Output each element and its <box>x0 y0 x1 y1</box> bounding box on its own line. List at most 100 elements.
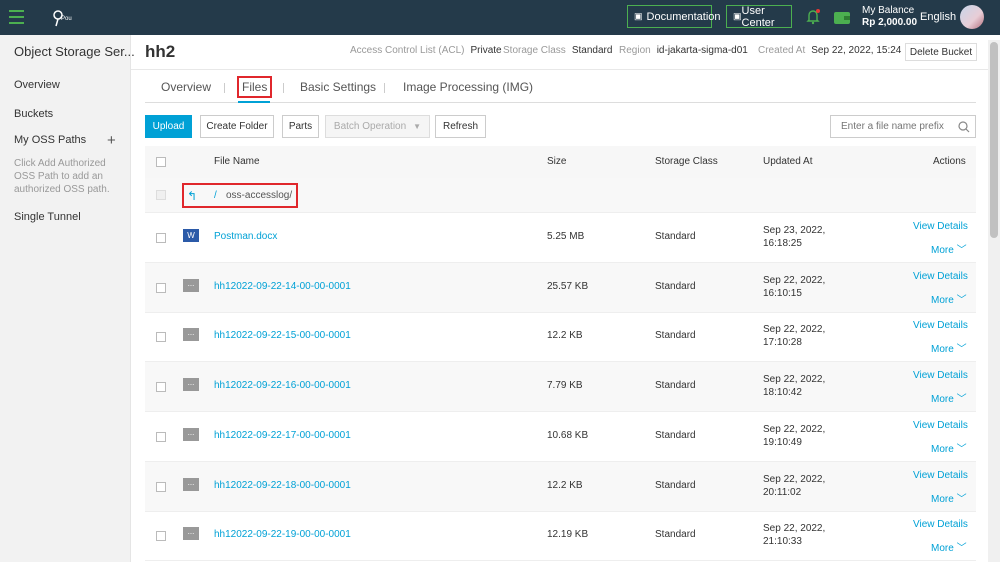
more-dropdown[interactable]: More ﹀ <box>931 539 967 554</box>
updated-date: Sep 22, 2022, <box>763 523 826 535</box>
updated-date: Sep 22, 2022, <box>763 324 826 336</box>
scrollbar-thumb[interactable] <box>990 42 998 238</box>
updated-time: 20:11:02 <box>763 486 802 498</box>
search-box[interactable] <box>830 115 976 138</box>
acl-label: Access Control List (ACL) <box>350 45 465 56</box>
row-checkbox[interactable] <box>156 531 166 542</box>
file-size: 7.79 KB <box>547 380 583 392</box>
view-details-link[interactable]: View Details <box>913 470 968 481</box>
file-name-link[interactable]: hh12022-09-22-15-00-00-0001 <box>214 330 351 341</box>
updated-date: Sep 22, 2022, <box>763 423 826 435</box>
file-name-link[interactable]: hh12022-09-22-17-00-00-0001 <box>214 430 351 441</box>
acl-info: Access Control List (ACL) Private <box>350 45 502 56</box>
created-label: Created At <box>758 45 806 56</box>
file-name-link[interactable]: hh12022-09-22-14-00-00-0001 <box>214 281 351 292</box>
more-dropdown[interactable]: More ﹀ <box>931 490 967 505</box>
file-storage-class: Standard <box>655 529 696 541</box>
file-name-link[interactable]: hh12022-09-22-19-00-00-0001 <box>214 529 351 540</box>
created-info: Created At Sep 22, 2022, 15:24 <box>758 45 901 56</box>
table-row: W Postman.docx 5.25 MB Standard Sep 23, 2022… <box>145 213 976 263</box>
top-navigation-bar: Pou ▣ Documentation ▣ User Center My Bal… <box>0 0 1000 35</box>
row-checkbox[interactable] <box>156 233 166 243</box>
refresh-button[interactable]: Refresh <box>435 115 486 138</box>
table-row: ... hh12022-09-22-19-00-00-0001 12.19 KB St… <box>145 511 976 562</box>
more-dropdown[interactable]: More ﹀ <box>931 340 967 355</box>
menu-icon[interactable] <box>9 10 24 24</box>
tab-image-processing[interactable]: Image Processing (IMG) <box>403 80 533 94</box>
updated-time: 17:10:28 <box>763 337 802 349</box>
balance-display[interactable]: My Balance Rp 2,000.00 <box>862 5 917 29</box>
tab-basic-settings[interactable]: Basic Settings <box>300 80 376 94</box>
sidebar-item-buckets[interactable]: Buckets <box>14 108 53 120</box>
create-folder-button[interactable]: Create Folder <box>200 115 274 138</box>
view-details-link[interactable]: View Details <box>913 519 968 530</box>
tab-overview[interactable]: Overview <box>161 80 211 94</box>
view-details-link[interactable]: View Details <box>913 420 968 431</box>
file-updated-at: Sep 22, 2022, 21:10:33 <box>763 522 825 548</box>
user-center-button[interactable]: ▣ User Center <box>726 5 792 29</box>
search-input[interactable] <box>841 121 951 132</box>
documentation-button[interactable]: ▣ Documentation <box>627 5 721 28</box>
user-icon: ▣ <box>733 11 742 21</box>
column-actions: Actions <box>933 156 966 167</box>
batch-operation-dropdown[interactable]: Batch Operation ▼ <box>325 115 430 138</box>
chevron-down-icon: ﹀ <box>956 294 967 306</box>
table-row: ... hh12022-09-22-16-00-00-0001 7.79 KB Sta… <box>145 362 976 413</box>
view-details-link[interactable]: View Details <box>913 320 968 331</box>
file-icon: ... <box>183 427 199 441</box>
sidebar-item-my-oss-paths[interactable]: My OSS Paths <box>14 134 86 146</box>
parts-button[interactable]: Parts <box>282 115 319 138</box>
tab-files[interactable]: Files <box>237 76 273 98</box>
sidebar-item-overview[interactable]: Overview <box>14 79 60 91</box>
wallet-icon[interactable] <box>833 9 851 25</box>
root-path-link[interactable]: / <box>214 190 217 201</box>
file-name-link[interactable]: hh12022-09-22-16-00-00-0001 <box>214 380 351 391</box>
documentation-label: Documentation <box>646 10 721 23</box>
storage-class-info: Storage Class Standard <box>503 45 612 56</box>
sidebar-item-single-tunnel[interactable]: Single Tunnel <box>14 211 81 223</box>
more-dropdown[interactable]: More ﹀ <box>931 291 967 306</box>
view-details-link[interactable]: View Details <box>913 271 968 282</box>
notification-bell-icon[interactable] <box>806 9 820 25</box>
back-navigation[interactable]: ↰ / oss-accesslog/ <box>182 183 298 208</box>
column-size: Size <box>547 156 567 167</box>
file-storage-class: Standard <box>655 429 696 441</box>
acl-value: Private <box>470 45 502 56</box>
more-label: More <box>931 294 954 306</box>
more-dropdown[interactable]: More ﹀ <box>931 241 967 256</box>
file-storage-class: Standard <box>655 280 696 292</box>
search-icon[interactable] <box>958 121 970 133</box>
row-checkbox-disabled <box>156 190 166 200</box>
select-all-checkbox[interactable] <box>156 157 166 167</box>
current-path: oss-accesslog/ <box>226 190 293 201</box>
upload-button[interactable]: Upload <box>145 115 192 138</box>
main-content: hh2 Access Control List (ACL) Private Sto… <box>131 35 1000 562</box>
language-selector[interactable]: English <box>920 11 956 23</box>
row-checkbox[interactable] <box>156 332 166 343</box>
file-name-link[interactable]: hh12022-09-22-18-00-00-0001 <box>214 480 351 491</box>
table-row: ... hh12022-09-22-17-00-00-0001 10.68 KB St… <box>145 412 976 462</box>
file-size: 12.19 KB <box>547 529 589 541</box>
file-updated-at: Sep 22, 2022, 18:10:42 <box>763 373 825 399</box>
file-icon: ... <box>183 328 199 342</box>
row-checkbox[interactable] <box>156 481 166 492</box>
row-checkbox[interactable] <box>156 282 166 293</box>
file-icon: ... <box>183 278 199 292</box>
back-arrow-icon[interactable]: ↰ <box>187 189 197 203</box>
view-details-link[interactable]: View Details <box>913 221 968 232</box>
tab-separator <box>384 83 385 93</box>
row-checkbox[interactable] <box>156 382 166 393</box>
table-row: ... hh12022-09-22-15-00-00-0001 12.2 KB Sta… <box>145 312 976 363</box>
add-oss-path-icon[interactable]: + <box>107 132 116 149</box>
logo[interactable]: Pou <box>52 9 74 27</box>
avatar[interactable] <box>960 5 984 29</box>
more-dropdown[interactable]: More ﹀ <box>931 390 967 405</box>
scrollbar[interactable] <box>988 40 1000 562</box>
more-dropdown[interactable]: More ﹀ <box>931 440 967 455</box>
row-checkbox[interactable] <box>156 431 166 442</box>
delete-bucket-button[interactable]: Delete Bucket <box>905 43 977 61</box>
storage-class-value: Standard <box>571 45 613 56</box>
file-name-link[interactable]: Postman.docx <box>214 231 277 242</box>
view-details-link[interactable]: View Details <box>913 370 968 381</box>
sidebar-title: Object Storage Ser... <box>14 44 135 59</box>
